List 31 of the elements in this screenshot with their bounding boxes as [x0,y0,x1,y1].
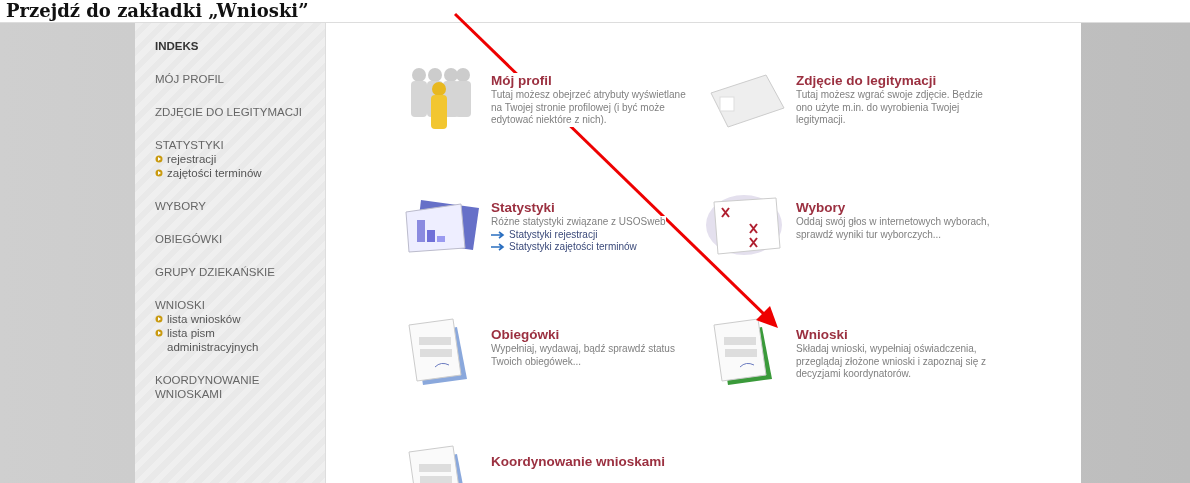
sidebar-item[interactable]: INDEKS [155,39,325,53]
card-title[interactable]: Mój profil [491,73,552,89]
sidebar-item[interactable]: STATYSTYKI [155,138,325,152]
bullet-icon [155,315,163,323]
card-title[interactable]: Zdjęcie do legitymacji [796,73,937,89]
sidebar-item[interactable]: WNIOSKI [155,298,325,312]
sidebar-item[interactable]: ZDJĘCIE DO LEGITYMACJI [155,105,325,119]
card-title[interactable]: Wybory [796,200,846,216]
sidebar-item[interactable]: OBIEGÓWKI [155,232,325,246]
sidebar-subitem[interactable]: lista pism administracyjnych [167,326,287,354]
card-title[interactable]: Koordynowanie wnioskami [491,454,666,470]
card-link[interactable]: Statystyki zajętości terminów [491,240,637,253]
card-title[interactable]: Obiegówki [491,327,560,343]
card-description: Różne statystyki związane z USOSweb [491,216,666,229]
card-title[interactable]: Statystyki [491,200,555,216]
sidebar-subitem[interactable]: zajętości terminów [167,166,287,180]
bullet-icon [155,155,163,163]
card-description: Tutaj możesz obejrzeć atrybuty wyświetlane na Twojej stronie profilowej (i być może edytować niektóre z nich). [491,89,686,127]
sidebar-item[interactable]: WYBORY [155,199,325,213]
card-description: Oddaj swój głos w internetowych wyborach, sprawdź wyniki tur wyborczych... [796,216,991,241]
sidebar-item[interactable]: MÓJ PROFIL [155,72,325,86]
sidebar-subitem[interactable]: rejestracji [167,152,287,166]
card-link[interactable]: Statystyki rejestracji [491,228,598,241]
arrow-icon [491,242,505,251]
sidebar-subitem[interactable]: lista wniosków [167,312,287,326]
bullet-icon [155,169,163,177]
sidebar-item[interactable]: KOORDYNOWANIE WNIOSKAMI [155,373,325,401]
page-heading: Przejdź do zakładki „Wnioski” [5,0,309,22]
bullet-icon [155,329,163,337]
sidebar-item[interactable]: GRUPY DZIEKAŃSKIE [155,265,325,279]
arrow-icon [491,230,505,239]
